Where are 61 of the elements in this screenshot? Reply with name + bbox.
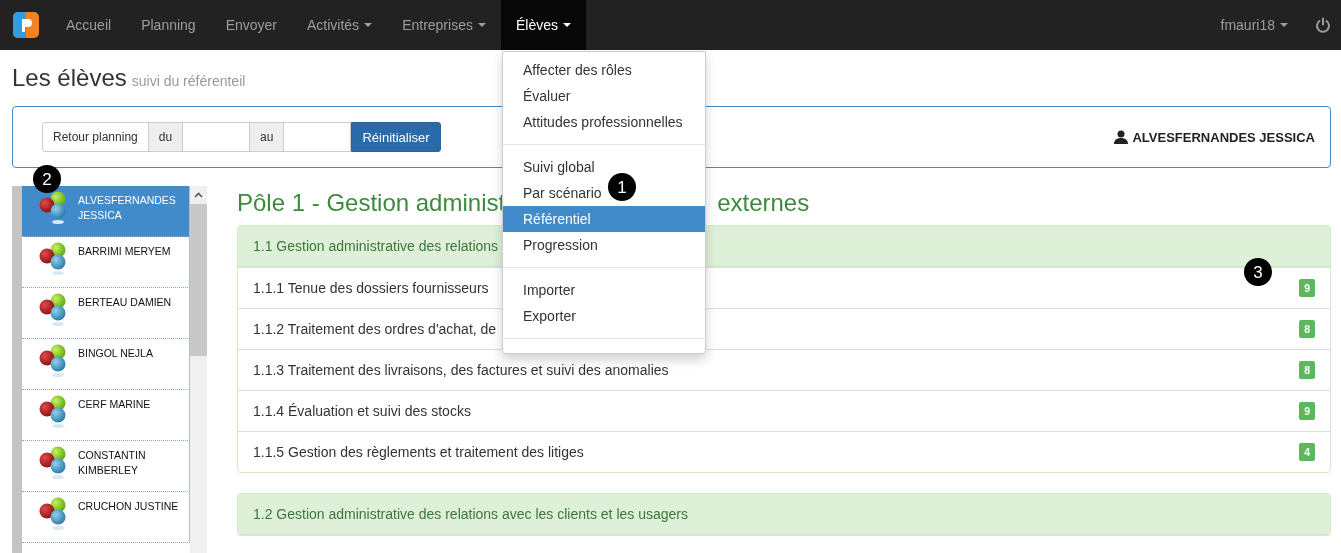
power-icon[interactable] — [1315, 17, 1331, 33]
nav-item[interactable]: Planning — [126, 0, 211, 50]
nav-item[interactable]: Envoyer — [210, 0, 292, 50]
to-date-field[interactable] — [283, 122, 352, 152]
page-title: Les élèves — [12, 64, 127, 92]
number-marker: 2 — [33, 165, 61, 193]
number-marker: 3 — [1244, 258, 1272, 286]
competence-label: 1.1.4 Évaluation et suivi des stocks — [253, 403, 471, 419]
section-title: Pôle 1 - Gestion administ — [237, 188, 506, 217]
student-name: ALVESFERNANDES JESSICA — [1132, 129, 1315, 145]
student-item[interactable]: CONSTANTIN KIMBERLEY — [22, 441, 190, 492]
count-badge: 9 — [1299, 402, 1315, 420]
menu-item[interactable]: Exporter — [503, 303, 576, 329]
panel-heading: 1.1 Gestion administrative des relations — [253, 238, 499, 254]
circles-icon — [39, 242, 67, 276]
circles-icon — [39, 344, 67, 378]
menu-item[interactable]: Affecter des rôles — [503, 57, 632, 83]
number-marker: 1 — [608, 173, 636, 201]
student-item[interactable]: BERTEAU DAMIEN — [22, 288, 190, 339]
panel-heading: 1.2 Gestion administrative des relations avec les clients et les usagers — [253, 506, 688, 522]
competence-label: 1.1.1 Tenue des dossiers fournisseurs — [253, 280, 489, 296]
student-item[interactable]: ALVESFERNANDES JESSICA — [22, 186, 190, 237]
user-icon — [1114, 130, 1129, 144]
menu-item[interactable]: Importer — [503, 277, 576, 303]
scroll-up-icon[interactable] — [194, 192, 203, 198]
menu-item[interactable]: Suivi global — [503, 154, 595, 180]
circles-icon — [39, 497, 67, 531]
count-badge: 8 — [1299, 361, 1315, 379]
student-item[interactable]: BINGOL NEJLA — [22, 339, 190, 390]
competence-label: 1.1.5 Gestion des règlements et traitement des litiges — [253, 444, 584, 460]
student-item[interactable]: BARRIMI MERYEM — [22, 237, 190, 288]
nav-item[interactable]: Accueil — [51, 0, 127, 50]
circles-icon — [39, 293, 67, 327]
student-item[interactable]: CRUCHON JUSTINE — [22, 492, 190, 543]
caret-icon — [1280, 23, 1288, 27]
nav-item[interactable]: Activités — [292, 0, 388, 50]
menu-item[interactable]: Attitudes professionnelles — [503, 109, 683, 135]
competence-label: 1.1.3 Traitement des livraisons, des factures et suivi des anomalies — [253, 362, 669, 378]
count-badge: 9 — [1299, 279, 1315, 297]
reset-button[interactable]: Réinitialiser — [351, 122, 441, 152]
from-label: du — [147, 122, 184, 152]
user-menu[interactable]: fmauri18 — [1205, 0, 1303, 50]
logo-icon[interactable] — [12, 12, 39, 38]
from-date-field[interactable] — [182, 122, 251, 152]
menu-item[interactable]: Par scénario — [503, 180, 602, 206]
menu-item[interactable]: Progression — [503, 232, 598, 258]
count-badge: 4 — [1299, 443, 1315, 461]
back-button[interactable]: Retour planning — [42, 122, 149, 152]
section-title: externes — [717, 188, 810, 217]
scrollbar[interactable] — [190, 186, 207, 553]
circles-icon — [39, 395, 67, 429]
menu-item[interactable]: Référentiel — [503, 206, 705, 232]
student-item[interactable]: CERF MARINE — [22, 390, 190, 441]
circles-icon — [39, 446, 67, 480]
circles-icon — [39, 191, 67, 225]
menu-item[interactable]: Évaluer — [503, 83, 571, 109]
count-badge: 8 — [1299, 320, 1315, 338]
page-subtitle: suivi du référenteil — [131, 73, 246, 89]
nav-item[interactable]: Élèves — [500, 0, 586, 50]
competence-label: 1.1.2 Traitement des ordres d'achat, de — [253, 321, 497, 337]
nav-item[interactable]: Entreprises — [387, 0, 501, 50]
